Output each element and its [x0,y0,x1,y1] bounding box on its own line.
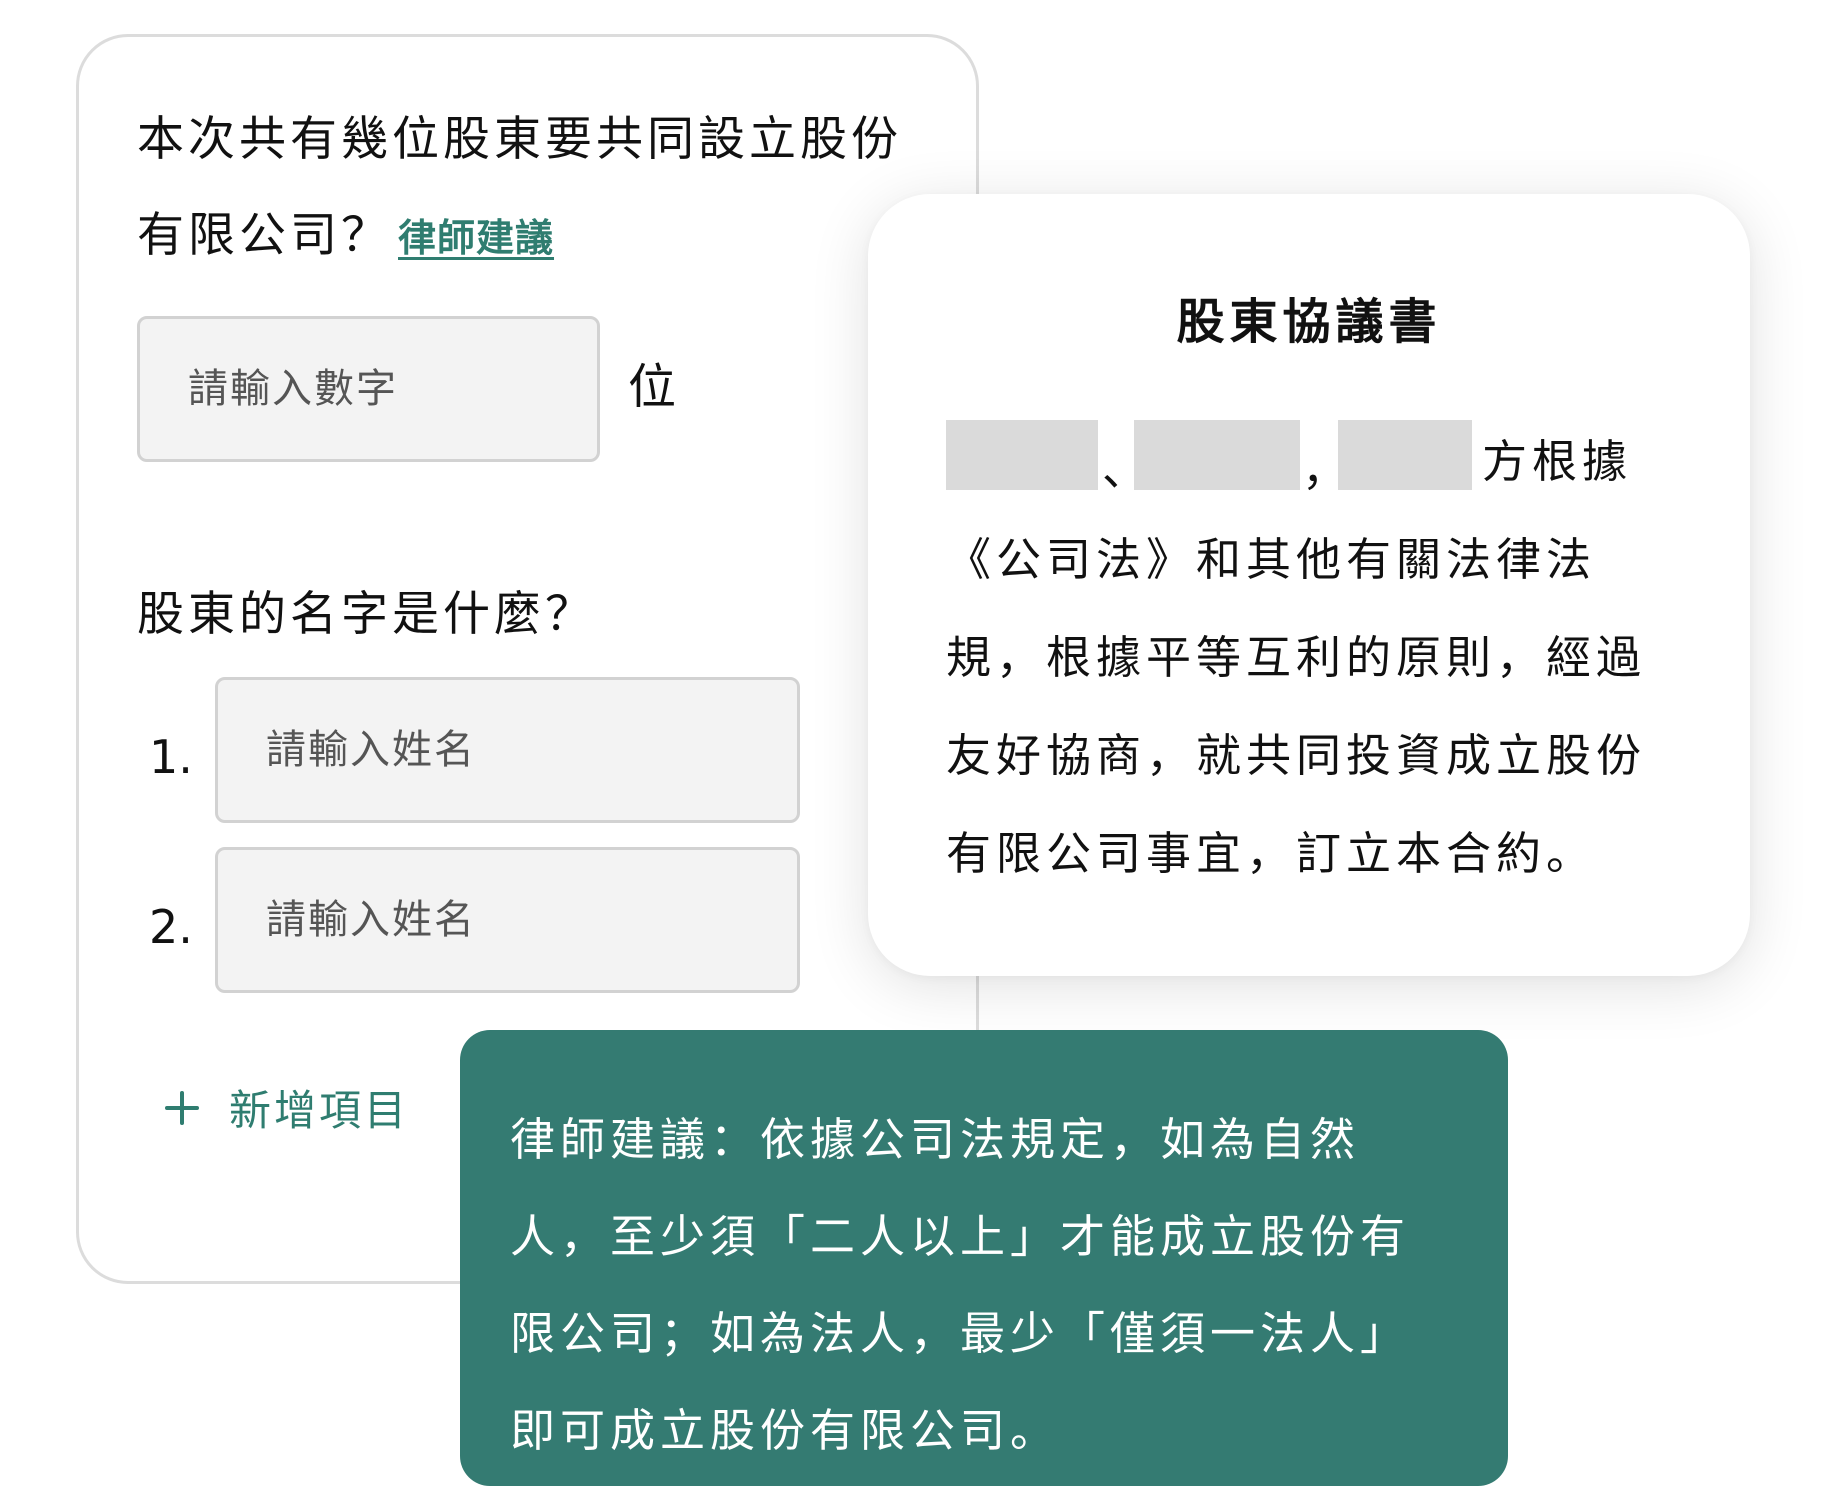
agreement-preview-card: 股東協議書 、 ， 方根據 《公司法》和其他有關法律法 規，根據平等互利的原則，… [868,194,1750,976]
shareholder-name-input-2[interactable] [215,847,800,993]
name-row-number: 1. [149,730,193,784]
add-item-label: 新增項目 [229,1086,410,1135]
lawyer-advice-link[interactable]: 律師建議 [398,216,554,260]
agreement-line: 規，根據平等互利的原則，經過 [946,631,1647,684]
plus-icon [165,1090,199,1125]
agreement-line: 《公司法》和其他有關法律法 [946,533,1597,586]
question-line-2: 有限公司？ [137,208,392,263]
name-blank [1134,420,1300,490]
add-item-button[interactable]: 新增項目 [165,1077,409,1138]
count-unit-label: 位 [628,359,677,415]
question-shareholder-count: 本次共有幾位股東要共同設立股份 有限公司？ 律師建議 [137,92,937,286]
agreement-line-1-tail: 方根據 [1482,435,1633,488]
name-blank [946,420,1098,490]
advice-line: 人，至少須「二人以上」才能成立股份有 [510,1210,1411,1263]
advice-line: 限公司；如為法人，最少「僅須一法人」 [510,1307,1411,1360]
shareholder-name-input-1[interactable] [215,677,800,823]
lawyer-advice-tooltip: 律師建議：依據公司法規定，如為自然 人，至少須「二人以上」才能成立股份有 限公司… [460,1030,1508,1486]
agreement-line: 有限公司事宜，訂立本合約。 [946,827,1597,880]
advice-line: 即可成立股份有限公司。 [510,1404,1061,1457]
name-blank [1338,420,1472,490]
question-line-1: 本次共有幾位股東要共同設立股份 [137,112,902,167]
advice-line: 律師建議：依據公司法規定，如為自然 [510,1113,1361,1166]
question-shareholder-names: 股東的名字是什麼？ [137,587,596,642]
name-row-number: 2. [149,900,193,954]
agreement-title: 股東協議書 [1176,294,1442,350]
shareholder-count-input[interactable] [137,316,600,462]
agreement-line: 友好協商，就共同投資成立股份 [946,729,1647,782]
